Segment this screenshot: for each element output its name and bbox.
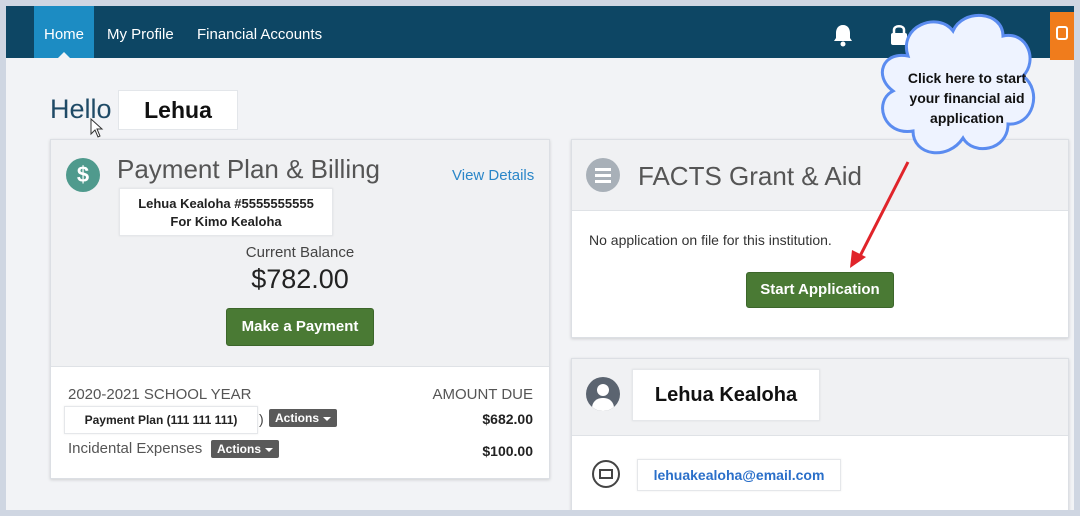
plan-name-box: Payment Plan (111 111 111): [64, 406, 258, 434]
plan-amount: $682.00: [482, 411, 533, 427]
profile-panel: Lehua Kealoha lehuakealoha@email.com: [571, 358, 1069, 510]
plan-actions-dropdown[interactable]: Actions: [269, 409, 338, 427]
school-year-label: 2020-2021 SCHOOL YEAR: [68, 386, 252, 403]
amount-due-label: AMOUNT DUE: [432, 386, 533, 403]
callout-text: Click here to start your financial aid a…: [894, 68, 1040, 128]
mouse-cursor-icon: [90, 118, 104, 138]
incidental-label: Incidental Expenses: [68, 440, 203, 457]
profile-name: Lehua Kealoha: [654, 384, 798, 406]
dollar-icon: $: [66, 158, 100, 192]
billing-title: Payment Plan & Billing: [117, 154, 381, 184]
email-link[interactable]: lehuakealoha@email.com: [638, 467, 840, 483]
avatar-icon: [586, 377, 620, 411]
no-application-message: No application on file for this institut…: [589, 232, 832, 248]
greeting-name: Lehua: [118, 90, 238, 130]
plan-actions-label: Actions: [275, 411, 320, 425]
tab-financial-accounts[interactable]: Financial Accounts: [187, 6, 332, 58]
callout-line-2: your financial aid: [909, 90, 1025, 106]
callout-line-3: application: [930, 110, 1004, 126]
chevron-down-icon: [265, 447, 274, 452]
tab-home[interactable]: Home: [34, 6, 95, 59]
start-application-button[interactable]: Start Application: [746, 272, 894, 308]
table-row: Incidental Expenses Actions $100.00: [51, 438, 549, 462]
view-details-link[interactable]: View Details: [452, 167, 534, 184]
chevron-down-icon: [323, 416, 332, 421]
plan-name-suffix: ): [259, 411, 264, 427]
grant-title: FACTS Grant & Aid: [638, 161, 862, 191]
profile-name-box: Lehua Kealoha: [632, 369, 820, 421]
table-row: Payment Plan (111 111 111) ) Actions $68…: [51, 406, 549, 434]
tab-my-profile[interactable]: My Profile: [97, 6, 184, 58]
current-balance-value: $782.00: [251, 264, 349, 294]
make-payment-button[interactable]: Make a Payment: [226, 308, 374, 346]
billing-panel: $ Payment Plan & Billing View Details Le…: [50, 139, 550, 479]
incidental-amount: $100.00: [482, 443, 533, 459]
account-number: Lehua Kealoha #5555555555: [138, 196, 314, 211]
current-balance-label: Current Balance: [245, 244, 355, 261]
app-frame: Home My Profile Financial Accounts Hello…: [6, 6, 1074, 510]
list-icon: [586, 158, 620, 192]
bell-icon[interactable]: [832, 23, 854, 47]
account-student: For Kimo Kealoha: [170, 214, 282, 229]
plan-name: Payment Plan (111 111 111): [84, 413, 238, 427]
email-box: lehuakealoha@email.com: [637, 459, 841, 491]
incidental-actions-dropdown[interactable]: Actions: [211, 440, 280, 458]
callout-line-1: Click here to start: [907, 70, 1027, 86]
account-info-box: Lehua Kealoha #5555555555 For Kimo Kealo…: [119, 188, 333, 236]
callout-arrow: [850, 161, 910, 268]
logout-icon[interactable]: [1050, 12, 1074, 60]
incidental-actions-label: Actions: [217, 442, 262, 456]
envelope-icon: [592, 460, 620, 488]
